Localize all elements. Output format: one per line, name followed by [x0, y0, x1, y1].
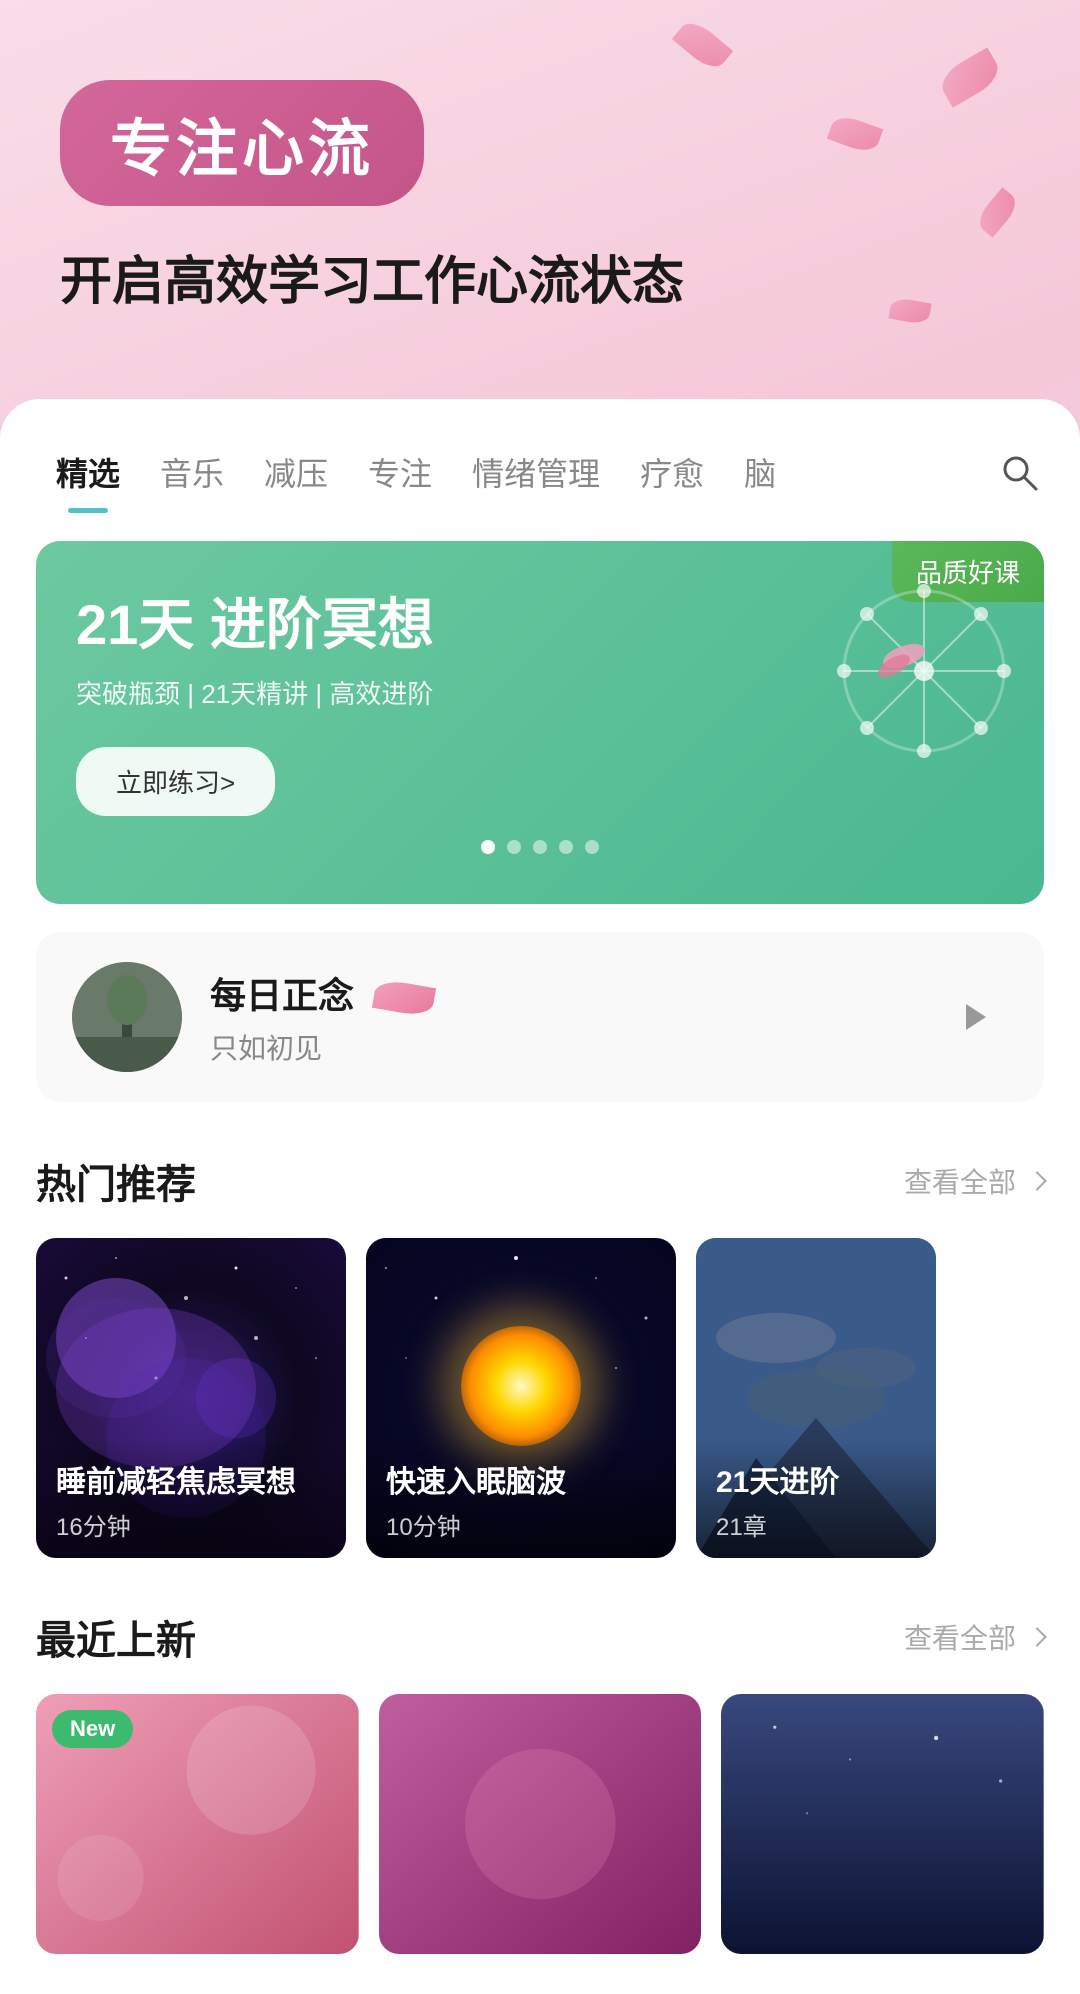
windmill-decoration	[794, 561, 1014, 781]
dot-4	[559, 840, 573, 854]
new-section-title: 最近上新	[36, 1608, 196, 1666]
header-area: 专注心流 开启高效学习工作心流状态	[0, 0, 1080, 359]
dot-2	[507, 840, 521, 854]
dot-3	[533, 840, 547, 854]
card-label-3: 21天进阶 21章	[696, 1437, 936, 1558]
search-icon	[999, 452, 1039, 492]
card-title-1: 睡前减轻焦虑冥想	[56, 1457, 326, 1501]
tab-jianyi[interactable]: 减压	[244, 439, 348, 505]
tab-emotion[interactable]: 情绪管理	[452, 439, 620, 505]
tab-bar: 精选 音乐 减压 专注 情绪管理 疗愈 脑	[36, 439, 1044, 505]
hot-section-more[interactable]: 查看全部	[904, 1161, 1044, 1201]
hot-card-1[interactable]: 睡前减轻焦虑冥想 16分钟	[36, 1238, 346, 1558]
hot-section-header: 热门推荐 查看全部	[36, 1152, 1044, 1210]
tab-music[interactable]: 音乐	[140, 439, 244, 505]
hot-card-3[interactable]: 21天进阶 21章	[696, 1238, 936, 1558]
tab-zhuanzhu[interactable]: 专注	[348, 439, 452, 505]
hero-subtitle: 开启高效学习工作心流状态	[60, 246, 1020, 319]
tab-brain[interactable]: 脑	[724, 439, 796, 505]
hero-badge: 专注心流	[60, 80, 424, 206]
hot-cards-row: 睡前减轻焦虑冥想 16分钟 快速入眠脑波 10分钟	[36, 1238, 1044, 1558]
dot-1	[481, 840, 495, 854]
card-label-2: 快速入眠脑波 10分钟	[366, 1437, 676, 1558]
hot-card-2[interactable]: 快速入眠脑波 10分钟	[366, 1238, 676, 1558]
chevron-icon	[1027, 1171, 1047, 1191]
petal-icon	[372, 978, 436, 1018]
search-button[interactable]	[994, 447, 1044, 497]
card-meta-3: 21章	[716, 1507, 916, 1542]
daily-subtitle: 只如初见	[210, 1027, 910, 1067]
card-label-1: 睡前减轻焦虑冥想 16分钟	[36, 1437, 346, 1558]
banner-cta-button[interactable]: 立即练习>	[76, 747, 275, 816]
new-cards-row: New	[36, 1694, 1044, 1954]
new-card-2[interactable]	[379, 1694, 702, 1954]
card-meta-2: 10分钟	[386, 1507, 656, 1542]
card-title-3: 21天进阶	[716, 1457, 916, 1501]
play-button[interactable]	[938, 982, 1008, 1052]
card-title-2: 快速入眠脑波	[386, 1457, 656, 1501]
dot-5	[585, 840, 599, 854]
hot-section-title: 热门推荐	[36, 1152, 196, 1210]
new-section-more[interactable]: 查看全部	[904, 1617, 1044, 1657]
daily-avatar	[72, 962, 182, 1072]
tab-jingxuan[interactable]: 精选	[36, 439, 140, 505]
daily-mindfulness-card[interactable]: 每日正念 只如初见	[36, 932, 1044, 1102]
daily-title: 每日正念	[210, 967, 910, 1019]
banner-dots	[76, 840, 1004, 854]
tab-healing[interactable]: 疗愈	[620, 439, 724, 505]
daily-info: 每日正念 只如初见	[210, 967, 910, 1067]
banner: 品质好课	[36, 541, 1044, 904]
hero-badge-text: 专注心流	[110, 115, 374, 184]
new-badge-1: New	[52, 1710, 133, 1748]
chevron-icon-2	[1027, 1627, 1047, 1647]
new-card-1[interactable]: New	[36, 1694, 359, 1954]
new-card-3[interactable]	[721, 1694, 1044, 1954]
main-card: 精选 音乐 减压 专注 情绪管理 疗愈 脑 品质好课	[0, 399, 1080, 1994]
card-meta-1: 16分钟	[56, 1507, 326, 1542]
new-section-header: 最近上新 查看全部	[36, 1608, 1044, 1666]
light-orb	[461, 1326, 581, 1446]
